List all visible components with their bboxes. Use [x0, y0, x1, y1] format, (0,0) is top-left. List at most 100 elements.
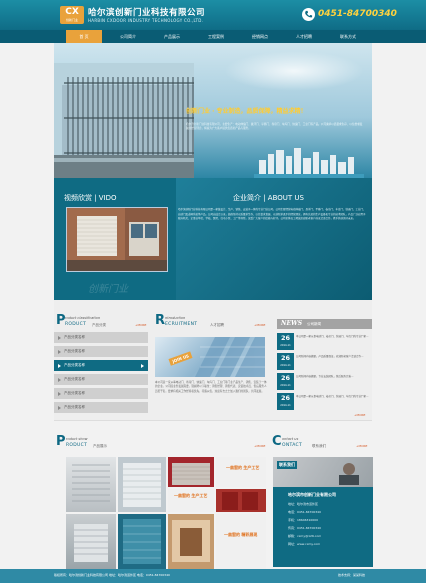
- logo-sub: 创新门业: [65, 18, 78, 22]
- arrow-icon: [58, 336, 61, 340]
- nav-item[interactable]: 首 页: [66, 30, 102, 43]
- product-tile[interactable]: [168, 457, 214, 487]
- category-label: 产品分类名称: [64, 363, 85, 367]
- product-promo[interactable]: 一扇窗的 生产工艺: [216, 457, 266, 487]
- logo-text: CX: [65, 7, 79, 17]
- products-more-link[interactable]: +MORE: [254, 444, 265, 448]
- news-date-badge: 26 2014-11: [277, 353, 294, 370]
- category-item[interactable]: 产品分类名称: [54, 402, 148, 413]
- products-small: roduct show: [66, 437, 88, 441]
- category-label: 产品分类名称: [64, 405, 85, 409]
- arrow-icon: [58, 406, 61, 410]
- news-day: 26: [280, 374, 291, 382]
- section-divider: [54, 420, 372, 421]
- contact-image-label: 联系我们: [277, 461, 297, 469]
- recruit-letter: R: [155, 313, 166, 328]
- contact-line: 手机：18646310000: [288, 518, 318, 522]
- product-tile[interactable]: [216, 489, 266, 512]
- news-day: 26: [280, 394, 291, 402]
- arrow-icon: [58, 392, 61, 396]
- products-en: RODUCT: [66, 443, 88, 448]
- news-more-link[interactable]: +MORE: [354, 413, 365, 417]
- contact-line: 地址：哈尔滨市道外区: [288, 502, 319, 506]
- news-title-en: NEWS: [281, 320, 303, 327]
- contact-line: 网址：www.cxmy.com: [288, 542, 321, 546]
- watermark-text: 创新门业: [88, 284, 128, 295]
- banner-cloud: [224, 51, 364, 91]
- banner-slogan: 创新门业 · 专业制造，品质保障，精益求精！: [186, 108, 307, 115]
- category-item[interactable]: 产品分类名称: [54, 360, 148, 371]
- product-tile[interactable]: [66, 514, 116, 569]
- nav-item[interactable]: 产品展示: [154, 30, 190, 43]
- contact-line: 邮箱：cxmy@126.com: [288, 534, 322, 538]
- news-day: 26: [280, 334, 291, 342]
- nav-item[interactable]: 公司简介: [110, 30, 146, 43]
- contact-small: ontact us: [282, 437, 299, 441]
- product-promo-text: 一扇窗的 精彩展现: [224, 532, 258, 537]
- chevron-right-icon: [141, 364, 144, 368]
- news-month: 2014-11: [280, 364, 291, 367]
- arrow-icon: [58, 350, 61, 354]
- company-name-cn: 哈尔滨创新门业科技有限公司: [88, 8, 206, 18]
- contact-image: 联系我们: [273, 457, 373, 487]
- company-name-en: HARBIN CXDOOR INDUSTRY TECHNOLOGY CO.,LT…: [88, 18, 204, 23]
- banner-skyline-image: [254, 148, 364, 178]
- news-item-link[interactable]: 公司新闻内容摘要，专业安装团队，售后服务完善...: [296, 375, 372, 379]
- category-item[interactable]: 产品分类名称: [54, 332, 148, 343]
- product-promo-text: 一扇窗的 生产工艺: [226, 465, 260, 470]
- products-cn: 产品展示: [93, 444, 107, 448]
- logo[interactable]: CX 创新门业: [60, 6, 84, 24]
- product-tile[interactable]: [168, 514, 214, 569]
- product-promo[interactable]: 一扇窗的 精彩展现: [216, 514, 266, 569]
- contact-company: 哈尔滨市创新门业有限公司: [288, 492, 336, 497]
- recruit-en: ECRUITMENT: [165, 322, 198, 327]
- contact-letter: C: [272, 434, 282, 449]
- banner-gate-image: [54, 63, 194, 178]
- footer-support[interactable]: 技术支持：某某科技: [338, 573, 365, 577]
- phone-number: 0451-84700340: [318, 9, 397, 19]
- nav-item[interactable]: 经销网点: [242, 30, 278, 43]
- product-category-more-link[interactable]: +MORE: [135, 323, 146, 327]
- category-item[interactable]: 产品分类名称: [54, 374, 148, 385]
- news-day: 26: [280, 354, 291, 362]
- product-promo[interactable]: 一扇窗的 生产工艺: [168, 489, 214, 512]
- category-label: 产品分类名称: [64, 335, 85, 339]
- products-letter: P: [56, 434, 66, 449]
- news-header: NEWS 公司新闻: [277, 319, 372, 329]
- news-item-link[interactable]: 公司新闻内容摘要，产品质量保证，欢迎新老客户洽谈合作...: [296, 355, 372, 359]
- video-title: 视频欣赏 | VIDO: [64, 194, 117, 202]
- nav-item[interactable]: 联系方式: [330, 30, 366, 43]
- product-category-en: RODUCT: [65, 322, 87, 327]
- product-tile[interactable]: [118, 514, 166, 569]
- contact-more-link[interactable]: +MORE: [356, 444, 367, 448]
- banner-description: 哈尔滨创新门业科技有限公司，主要生产：电动伸缩门、悬浮门、平移门、卷帘门、车库门…: [186, 123, 363, 130]
- arrow-icon: [58, 378, 61, 382]
- nav-item[interactable]: 人才招聘: [286, 30, 322, 43]
- news-title-cn: 公司新闻: [307, 322, 321, 326]
- recruit-more-link[interactable]: +MORE: [254, 323, 265, 327]
- nav-item[interactable]: 工程案例: [198, 30, 234, 43]
- video-thumbnail: [67, 208, 167, 271]
- category-item[interactable]: 产品分类名称: [54, 346, 148, 357]
- news-month: 2014-11: [280, 384, 291, 387]
- contact-line: 传真：0451-84700340: [288, 526, 321, 530]
- news-date-badge: 26 2014-11: [277, 373, 294, 390]
- news-item-link[interactable]: 本公司是一家从事电动门、卷帘门、快速门、车库门的专业厂家...: [296, 395, 372, 399]
- product-tile[interactable]: [66, 457, 116, 512]
- hero-banner: 创新门业 · 专业制造，品质保障，精益求精！ 哈尔滨创新门业科技有限公司，主要生…: [54, 43, 372, 178]
- video-player[interactable]: [66, 207, 168, 272]
- contact-en: ONTACT: [282, 443, 302, 448]
- product-category-small: roduct classification: [65, 316, 101, 320]
- recruit-small: ntroduction: [165, 316, 186, 320]
- category-item[interactable]: 产品分类名称: [54, 388, 148, 399]
- phone-icon: [302, 8, 315, 21]
- news-date-badge: 26 2014-11: [277, 333, 294, 350]
- category-label: 产品分类名称: [64, 349, 85, 353]
- news-item-link[interactable]: 本公司是一家从事电动门、卷帘门、快速门、车库门的专业厂家...: [296, 335, 372, 339]
- news-date-badge: 26 2014-11: [277, 393, 294, 410]
- product-category-cn: 产品分类: [92, 323, 106, 327]
- about-title: 企业简介 | ABOUT US: [233, 194, 304, 202]
- product-tile[interactable]: [118, 457, 166, 512]
- category-label: 产品分类名称: [64, 377, 85, 381]
- recruit-cn: 人才招聘: [210, 323, 224, 327]
